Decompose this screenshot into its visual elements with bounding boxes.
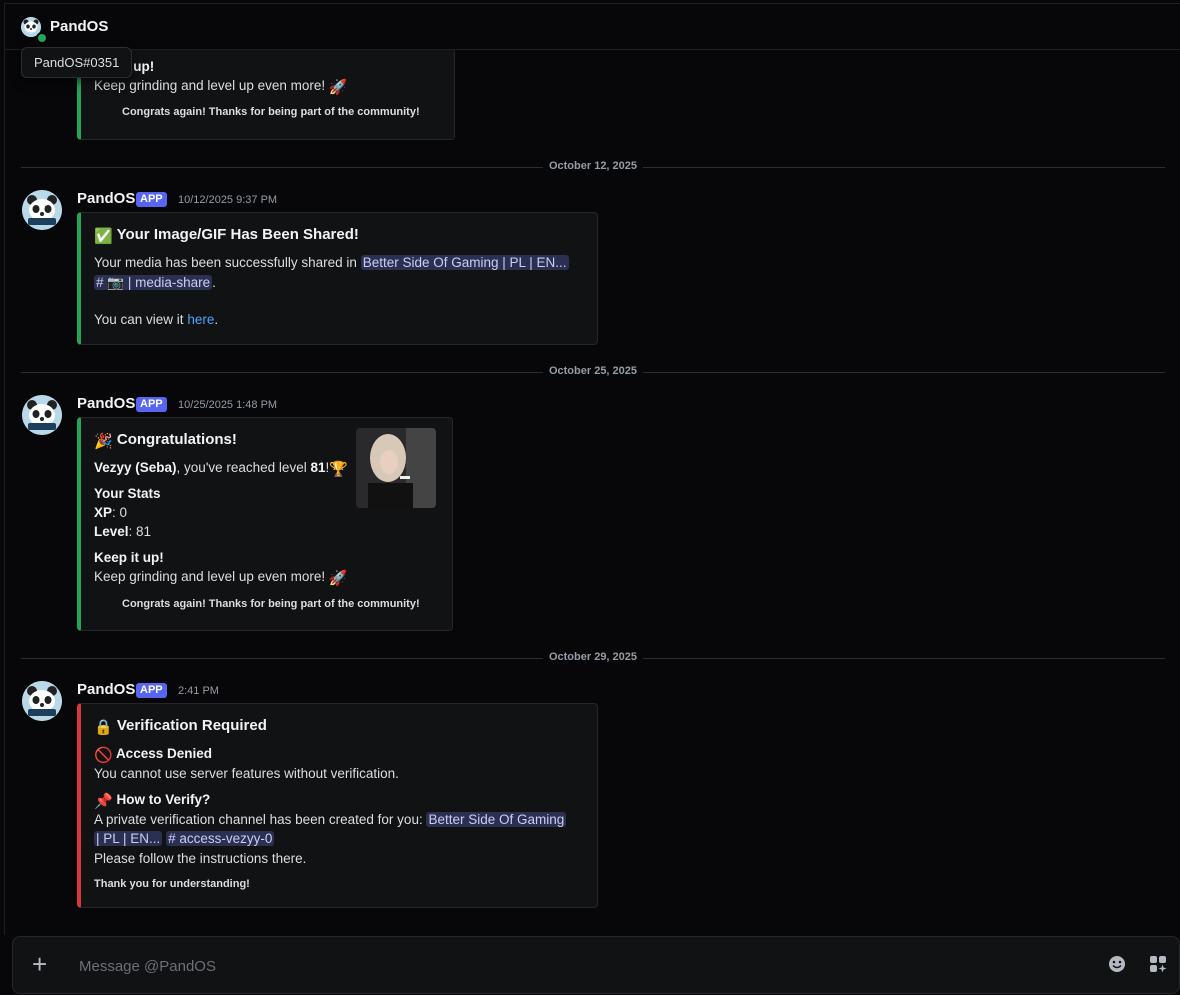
app-badge: APP: [136, 192, 167, 207]
avatar[interactable]: [22, 190, 62, 230]
xp-stat: XP: 0: [94, 505, 128, 520]
rocket-icon: 🚀: [328, 570, 348, 587]
embed-text: Vezyy (Seba), you've reached level 81!🏆: [94, 460, 348, 478]
check-icon: ✅: [94, 228, 113, 245]
username-tooltip: PandOS#0351: [21, 47, 133, 78]
channel-mention[interactable]: # access-vezyy-0: [166, 831, 275, 846]
user-avatar-thumbnail[interactable]: [356, 428, 436, 508]
embed-text: You can view it here.: [94, 312, 219, 327]
date-divider: October 25, 2025: [21, 365, 1165, 377]
how-title: 📌 How to Verify?: [94, 792, 211, 810]
server-mention[interactable]: Better Side Of Gaming: [426, 812, 567, 827]
embed-text: A private verification channel has been …: [94, 812, 567, 827]
timestamp: 10/12/2025 9:37 PM: [178, 194, 278, 206]
plus-icon[interactable]: +: [32, 951, 47, 977]
date-divider: October 29, 2025: [21, 651, 1165, 663]
verification-embed: 🔒 Verification Required 🚫 Access Denied …: [77, 703, 598, 908]
stats-title: Your Stats: [94, 486, 161, 501]
panda-icon: [22, 395, 62, 435]
timestamp: 2:41 PM: [178, 685, 219, 697]
server-mention-continued[interactable]: | PL | EN...: [94, 831, 163, 846]
apps-icon[interactable]: [1149, 955, 1167, 973]
embed-text: | PL | EN... # access-vezyy-0: [94, 829, 275, 848]
embed-footer: Congrats again! Thanks for being part of…: [122, 598, 420, 610]
message-composer: +: [12, 936, 1180, 994]
embed-title: 🎉 Congratulations!: [94, 431, 237, 450]
party-icon: 🎉: [94, 433, 113, 450]
pin-icon: 📌: [94, 793, 113, 810]
lock-icon: 🔒: [94, 719, 113, 736]
author-name[interactable]: PandOS: [77, 395, 135, 412]
congratulations-embed: 🎉 Congratulations! Vezyy (Seba), you've …: [77, 417, 453, 631]
date-divider: October 12, 2025: [21, 160, 1165, 172]
embed-text: Keep grinding and level up even more! 🚀: [94, 78, 348, 96]
trophy-icon: 🏆: [329, 461, 348, 478]
avatar[interactable]: [22, 395, 62, 435]
author-name[interactable]: PandOS: [77, 190, 135, 207]
timestamp: 10/25/2025 1:48 PM: [178, 399, 278, 411]
embed-text: Your media has been successfully shared …: [94, 255, 569, 270]
no-entry-icon: 🚫: [94, 747, 113, 764]
denied-title: 🚫 Access Denied: [94, 746, 212, 764]
server-mention[interactable]: Better Side Of Gaming | PL | EN...: [360, 255, 569, 270]
level-up-embed-partial: t up! Keep grinding and level up even mo…: [77, 48, 455, 140]
channel-mention[interactable]: # 📷 | media-share: [94, 275, 213, 290]
embed-title: 🔒 Verification Required: [94, 717, 267, 736]
app-badge: APP: [136, 397, 167, 412]
page-title[interactable]: PandOS: [50, 18, 108, 35]
embed-title: ✅ Your Image/GIF Has Been Shared!: [94, 226, 359, 245]
panda-icon: [22, 190, 62, 230]
embed-text: You cannot use server features without v…: [94, 766, 399, 781]
emoji-icon[interactable]: [1108, 955, 1126, 973]
rocket-icon: 🚀: [328, 79, 348, 96]
avatar[interactable]: [22, 681, 62, 721]
keep-title: Keep it up!: [94, 550, 164, 565]
embed-footer: Thank you for understanding!: [94, 878, 250, 890]
embed-footer: Congrats again! Thanks for being part of…: [122, 106, 420, 118]
embed-text: Keep grinding and level up even more! 🚀: [94, 569, 348, 587]
message-list[interactable]: t up! Keep grinding and level up even mo…: [4, 48, 1180, 935]
embed-text: # 📷 | media-share.: [94, 275, 216, 290]
channel-header: PandOS: [4, 3, 1180, 50]
app-badge: APP: [136, 683, 167, 698]
panda-icon: [22, 681, 62, 721]
user-photo: [356, 428, 436, 508]
message-input[interactable]: [77, 951, 981, 981]
level-stat: Level: 81: [94, 524, 152, 539]
media-shared-embed: ✅ Your Image/GIF Has Been Shared! Your m…: [77, 212, 598, 345]
author-name[interactable]: PandOS: [77, 681, 135, 698]
here-link[interactable]: here: [187, 312, 214, 327]
online-status-dot: [36, 32, 48, 44]
embed-text: Please follow the instructions there.: [94, 851, 307, 866]
